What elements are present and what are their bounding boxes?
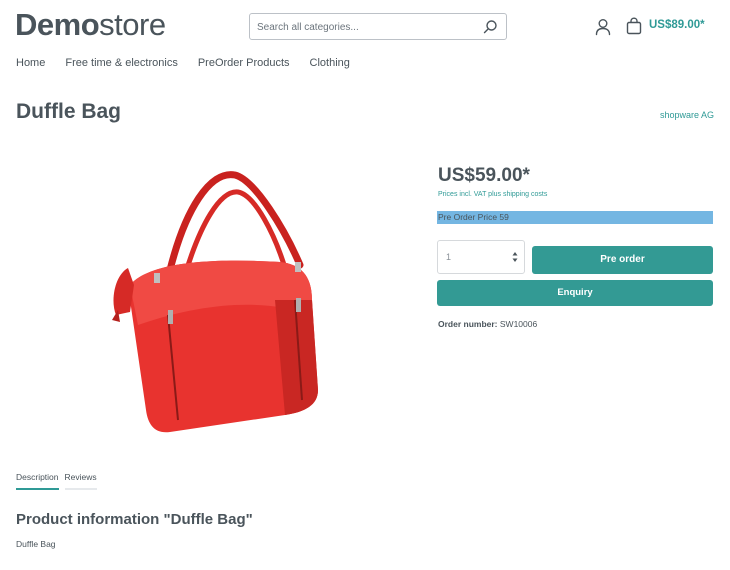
tax-note[interactable]: Prices incl. VAT plus shipping costs	[438, 191, 547, 198]
product-tabs: Description Reviews	[16, 472, 103, 490]
nav-item-clothing[interactable]: Clothing	[310, 57, 350, 69]
product-info-title: Product information "Duffle Bag"	[16, 511, 253, 528]
nav-item-free-time-electronics[interactable]: Free time & electronics	[65, 57, 177, 69]
logo-light-text: store	[99, 7, 166, 42]
preorder-price-banner: Pre Order Price 59	[437, 211, 713, 224]
tab-reviews[interactable]: Reviews	[64, 472, 97, 490]
search-bar	[249, 13, 507, 40]
product-info-text: Duffle Bag	[16, 539, 56, 549]
product-title: Duffle Bag	[16, 100, 121, 123]
cart-total[interactable]: US$89.00*	[649, 19, 705, 31]
order-number-label: Order number:	[438, 319, 498, 329]
product-image[interactable]	[90, 150, 340, 450]
order-number: Order number: SW10006	[438, 319, 537, 329]
store-logo[interactable]: Demostore	[15, 6, 166, 44]
cart-icon[interactable]	[626, 17, 642, 35]
stepper-arrows-icon	[512, 252, 518, 262]
nav-item-preorder-products[interactable]: PreOrder Products	[198, 57, 290, 69]
product-price: US$59.00*	[438, 165, 530, 186]
manufacturer-link[interactable]: shopware AG	[660, 110, 714, 120]
logo-bold-text: Demo	[15, 7, 100, 42]
quantity-value: 1	[446, 252, 452, 262]
order-number-value: SW10006	[499, 319, 538, 329]
tab-description[interactable]: Description	[16, 472, 59, 490]
quantity-select[interactable]: 1	[437, 240, 525, 274]
search-icon[interactable]	[482, 19, 498, 35]
account-icon[interactable]	[595, 18, 611, 36]
nav-item-home[interactable]: Home	[16, 57, 45, 69]
enquiry-button[interactable]: Enquiry	[437, 280, 713, 306]
main-navigation: Home Free time & electronics PreOrder Pr…	[16, 57, 370, 69]
preorder-button[interactable]: Pre order	[532, 246, 713, 274]
search-input[interactable]	[257, 20, 472, 34]
